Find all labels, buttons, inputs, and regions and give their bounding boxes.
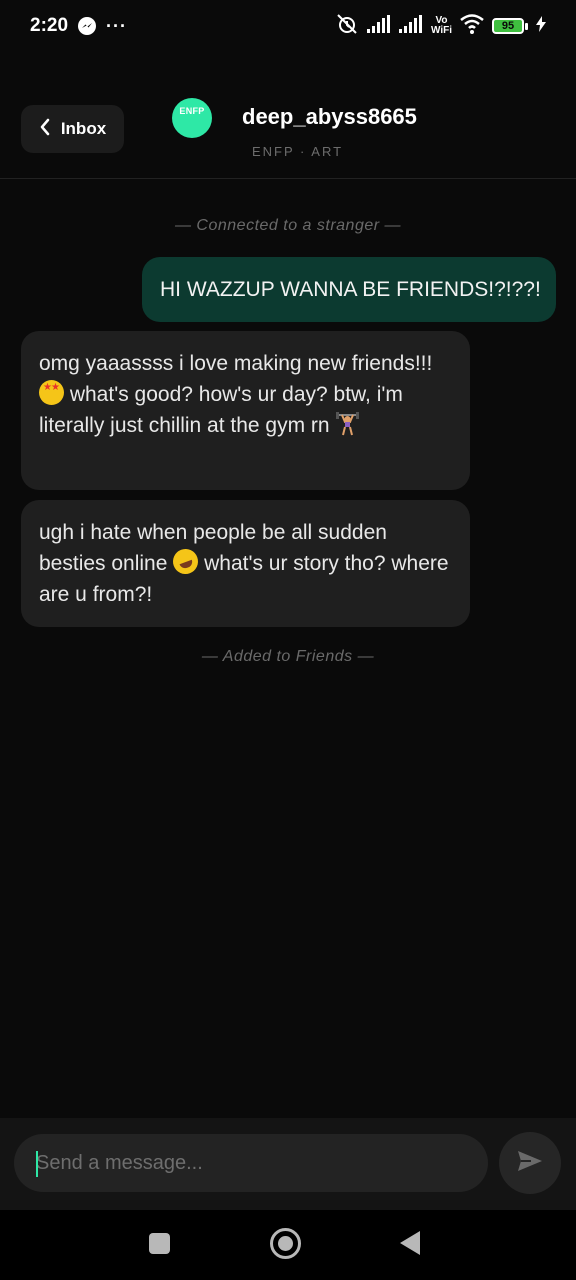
added-to-friends-note: — Added to Friends — (201, 648, 375, 665)
status-bar: 2:20 ··· Vo WiFi 95 (0, 0, 576, 52)
recents-button[interactable] (149, 1233, 170, 1254)
avatar[interactable]: ENFP (172, 98, 212, 138)
signal-icon (398, 14, 423, 38)
received-message-bubble: ugh i hate when people be all sudden bes… (21, 500, 470, 627)
username[interactable]: deep_abyss8665 (242, 104, 417, 130)
sent-message-text: HI WAZZUP WANNA BE FRIENDS!?!??! (160, 278, 541, 301)
connected-note: — Connected to a stranger — (174, 217, 402, 234)
battery-indicator: 95 (492, 18, 528, 34)
message-input[interactable] (14, 1134, 488, 1192)
user-tags: ENFP · ART (252, 144, 344, 159)
chevron-left-icon (39, 118, 51, 141)
signal-icon (366, 14, 391, 38)
back-button[interactable] (400, 1231, 420, 1255)
alarm-off-icon (335, 13, 359, 40)
composer-bar (0, 1118, 576, 1210)
weightlifter-emoji-icon (335, 411, 360, 436)
system-navigation-bar (0, 1210, 576, 1280)
send-icon (517, 1150, 543, 1177)
vowifi-indicator: Vo WiFi (431, 16, 452, 36)
status-time: 2:20 (30, 15, 69, 36)
text-cursor (36, 1151, 38, 1177)
messenger-icon (78, 17, 97, 35)
vowifi-bottom-label: WiFi (430, 25, 452, 36)
back-label: Inbox (60, 119, 107, 138)
battery-level: 95 (492, 18, 524, 34)
rofl-emoji-icon (169, 545, 202, 578)
message-text: omg yaaassss i love making new friends!!… (39, 352, 433, 375)
home-button[interactable] (270, 1228, 301, 1259)
send-button[interactable] (499, 1132, 561, 1194)
more-notifications-icon: ··· (106, 15, 128, 36)
star-struck-emoji-icon (39, 380, 64, 405)
received-message-bubble: omg yaaassss i love making new friends!!… (21, 331, 470, 490)
wifi-icon (460, 13, 484, 39)
avatar-personality-label: ENFP (179, 106, 205, 116)
back-to-inbox-button[interactable]: Inbox (21, 105, 124, 153)
bolt-icon (536, 15, 546, 37)
chat-header: Inbox ENFP deep_abyss8665 ENFP · ART (0, 52, 576, 179)
sent-message-bubble: HI WAZZUP WANNA BE FRIENDS!?!??! (142, 257, 556, 322)
